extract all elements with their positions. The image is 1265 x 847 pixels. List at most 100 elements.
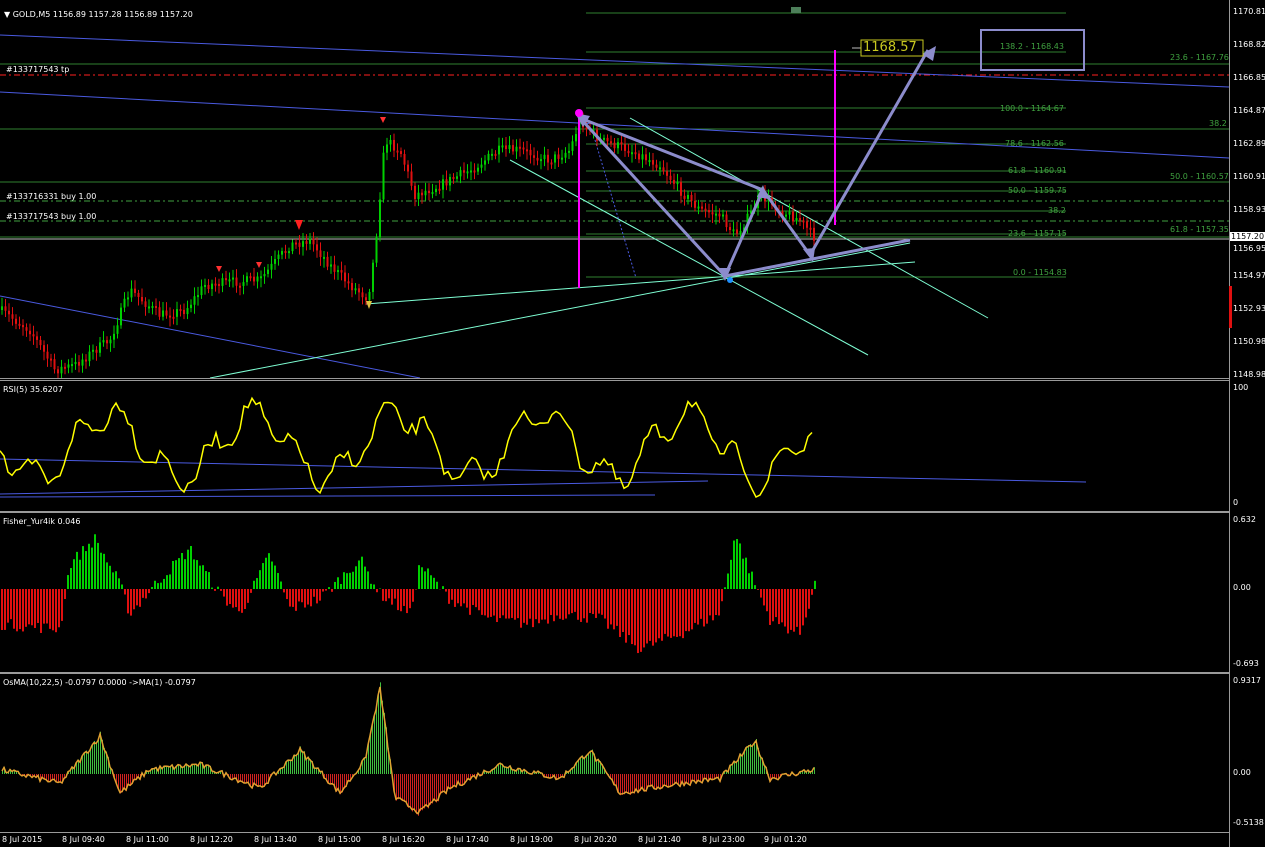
osma-bar: [740, 753, 741, 774]
fisher-bar: [370, 583, 372, 589]
fisher-bar: [346, 573, 348, 589]
osma-bar: [86, 750, 87, 774]
fisher-bar: [208, 572, 210, 589]
fisher-bar: [688, 589, 690, 632]
osma-bar: [194, 763, 195, 774]
fisher-bar: [691, 589, 693, 630]
candle-body: [673, 179, 675, 184]
fisher-bar: [613, 589, 615, 630]
rsi-pane[interactable]: RSI(5) 35.6207: [0, 380, 1229, 512]
candle-body: [372, 262, 374, 292]
osma-bar: [654, 774, 655, 790]
candle-body: [431, 192, 434, 195]
harmonic-pattern: [578, 49, 930, 278]
osma-bar: [290, 759, 291, 774]
fisher-bar: [367, 571, 369, 589]
fisher-bar: [136, 589, 138, 606]
candle-body: [169, 315, 171, 318]
fisher-bar: [778, 589, 780, 625]
fisher-bar: [709, 589, 711, 616]
fisher-bar: [34, 589, 36, 628]
fisher-bar: [382, 589, 384, 601]
fisher-bar: [364, 566, 366, 589]
price-axis[interactable]: [1229, 0, 1265, 847]
candle-body: [736, 229, 738, 234]
candle-body: [144, 301, 147, 307]
candle-body: [57, 369, 59, 374]
fisher-bar: [148, 589, 150, 594]
candle-body: [319, 250, 322, 257]
candle-body: [806, 221, 808, 228]
fisher-bar: [268, 553, 270, 589]
candle-body: [655, 164, 658, 168]
candle-body: [120, 307, 122, 326]
candle-body: [480, 164, 483, 168]
fisher-bar: [271, 561, 273, 589]
fisher-bar: [190, 546, 192, 589]
order-label-buy-2[interactable]: #133717543 buy 1.00: [6, 212, 96, 221]
fisher-bar: [649, 589, 651, 641]
fisher-bar: [559, 589, 561, 619]
fisher-bar: [622, 589, 624, 632]
fisher-bar: [196, 560, 198, 589]
osma-bar: [372, 723, 373, 774]
osma-bar: [636, 774, 637, 790]
fisher-bar: [454, 589, 456, 607]
candle-body: [155, 305, 157, 308]
fisher-pane[interactable]: Fisher_Yur4ik 0.046: [0, 512, 1229, 673]
fisher-bar: [244, 589, 246, 609]
osma-bar: [366, 756, 367, 774]
fisher-bar: [205, 571, 207, 589]
fisher-bar: [202, 565, 204, 589]
fisher-bar: [427, 568, 429, 589]
candle-body: [470, 170, 472, 173]
osma-bar: [292, 759, 293, 774]
rsi-svg: [0, 396, 1087, 499]
fisher-bar: [748, 573, 750, 589]
fisher-bar: [145, 589, 147, 599]
osma-bar: [414, 774, 415, 811]
fisher-bar: [607, 589, 609, 629]
osma-bar: [752, 744, 753, 774]
osma-histogram: [2, 682, 815, 816]
fisher-bar: [409, 589, 411, 609]
candle-body: [172, 316, 175, 319]
candle-body: [662, 167, 665, 172]
fisher-bar: [46, 589, 48, 624]
collapse-triangle-icon[interactable]: ▼: [4, 10, 10, 19]
osma-bar: [370, 733, 371, 774]
fisher-bar: [661, 589, 663, 641]
osma-bar: [588, 752, 589, 774]
osma-bar: [678, 774, 679, 785]
candle-body: [99, 342, 101, 353]
osma-bar: [658, 774, 659, 788]
candle-body: [809, 227, 812, 230]
osma-bar: [652, 774, 653, 786]
osma-bar: [420, 774, 421, 812]
osma-pane[interactable]: OsMA(10,22,5) -0.0797 0.0000 ->MA(1) -0.…: [0, 673, 1229, 833]
candle-body: [309, 238, 311, 244]
osma-bar: [410, 774, 411, 809]
candle-body: [193, 296, 196, 305]
order-label-buy-1[interactable]: #133716331 buy 1.00: [6, 192, 96, 201]
fisher-bar: [7, 589, 9, 623]
candle-body: [704, 208, 707, 211]
candle-body: [53, 359, 56, 370]
candle-body: [239, 285, 241, 288]
fisher-bar: [655, 589, 657, 643]
fisher-bar: [94, 534, 96, 589]
fisher-bar: [316, 589, 318, 604]
scroll-marker[interactable]: [791, 7, 801, 13]
main-chart-pane[interactable]: ▼ GOLD,M5 1156.89 1157.28 1156.89 1157.2…: [0, 0, 1229, 379]
osma-bar: [98, 738, 99, 774]
fisher-bar: [22, 589, 24, 632]
osma-bar: [88, 751, 89, 774]
time-tick: 8 Jul 15:00: [318, 835, 361, 844]
osma-bar: [96, 741, 97, 774]
order-label-tp[interactable]: #133717543 tp: [6, 65, 69, 74]
target-price-label: 1168.57: [863, 40, 917, 55]
fisher-bar: [334, 581, 336, 589]
fisher-bar: [352, 571, 354, 589]
fib-mid-label: 50.0 - 1159.75: [1008, 186, 1067, 195]
fisher-bar: [436, 581, 438, 589]
